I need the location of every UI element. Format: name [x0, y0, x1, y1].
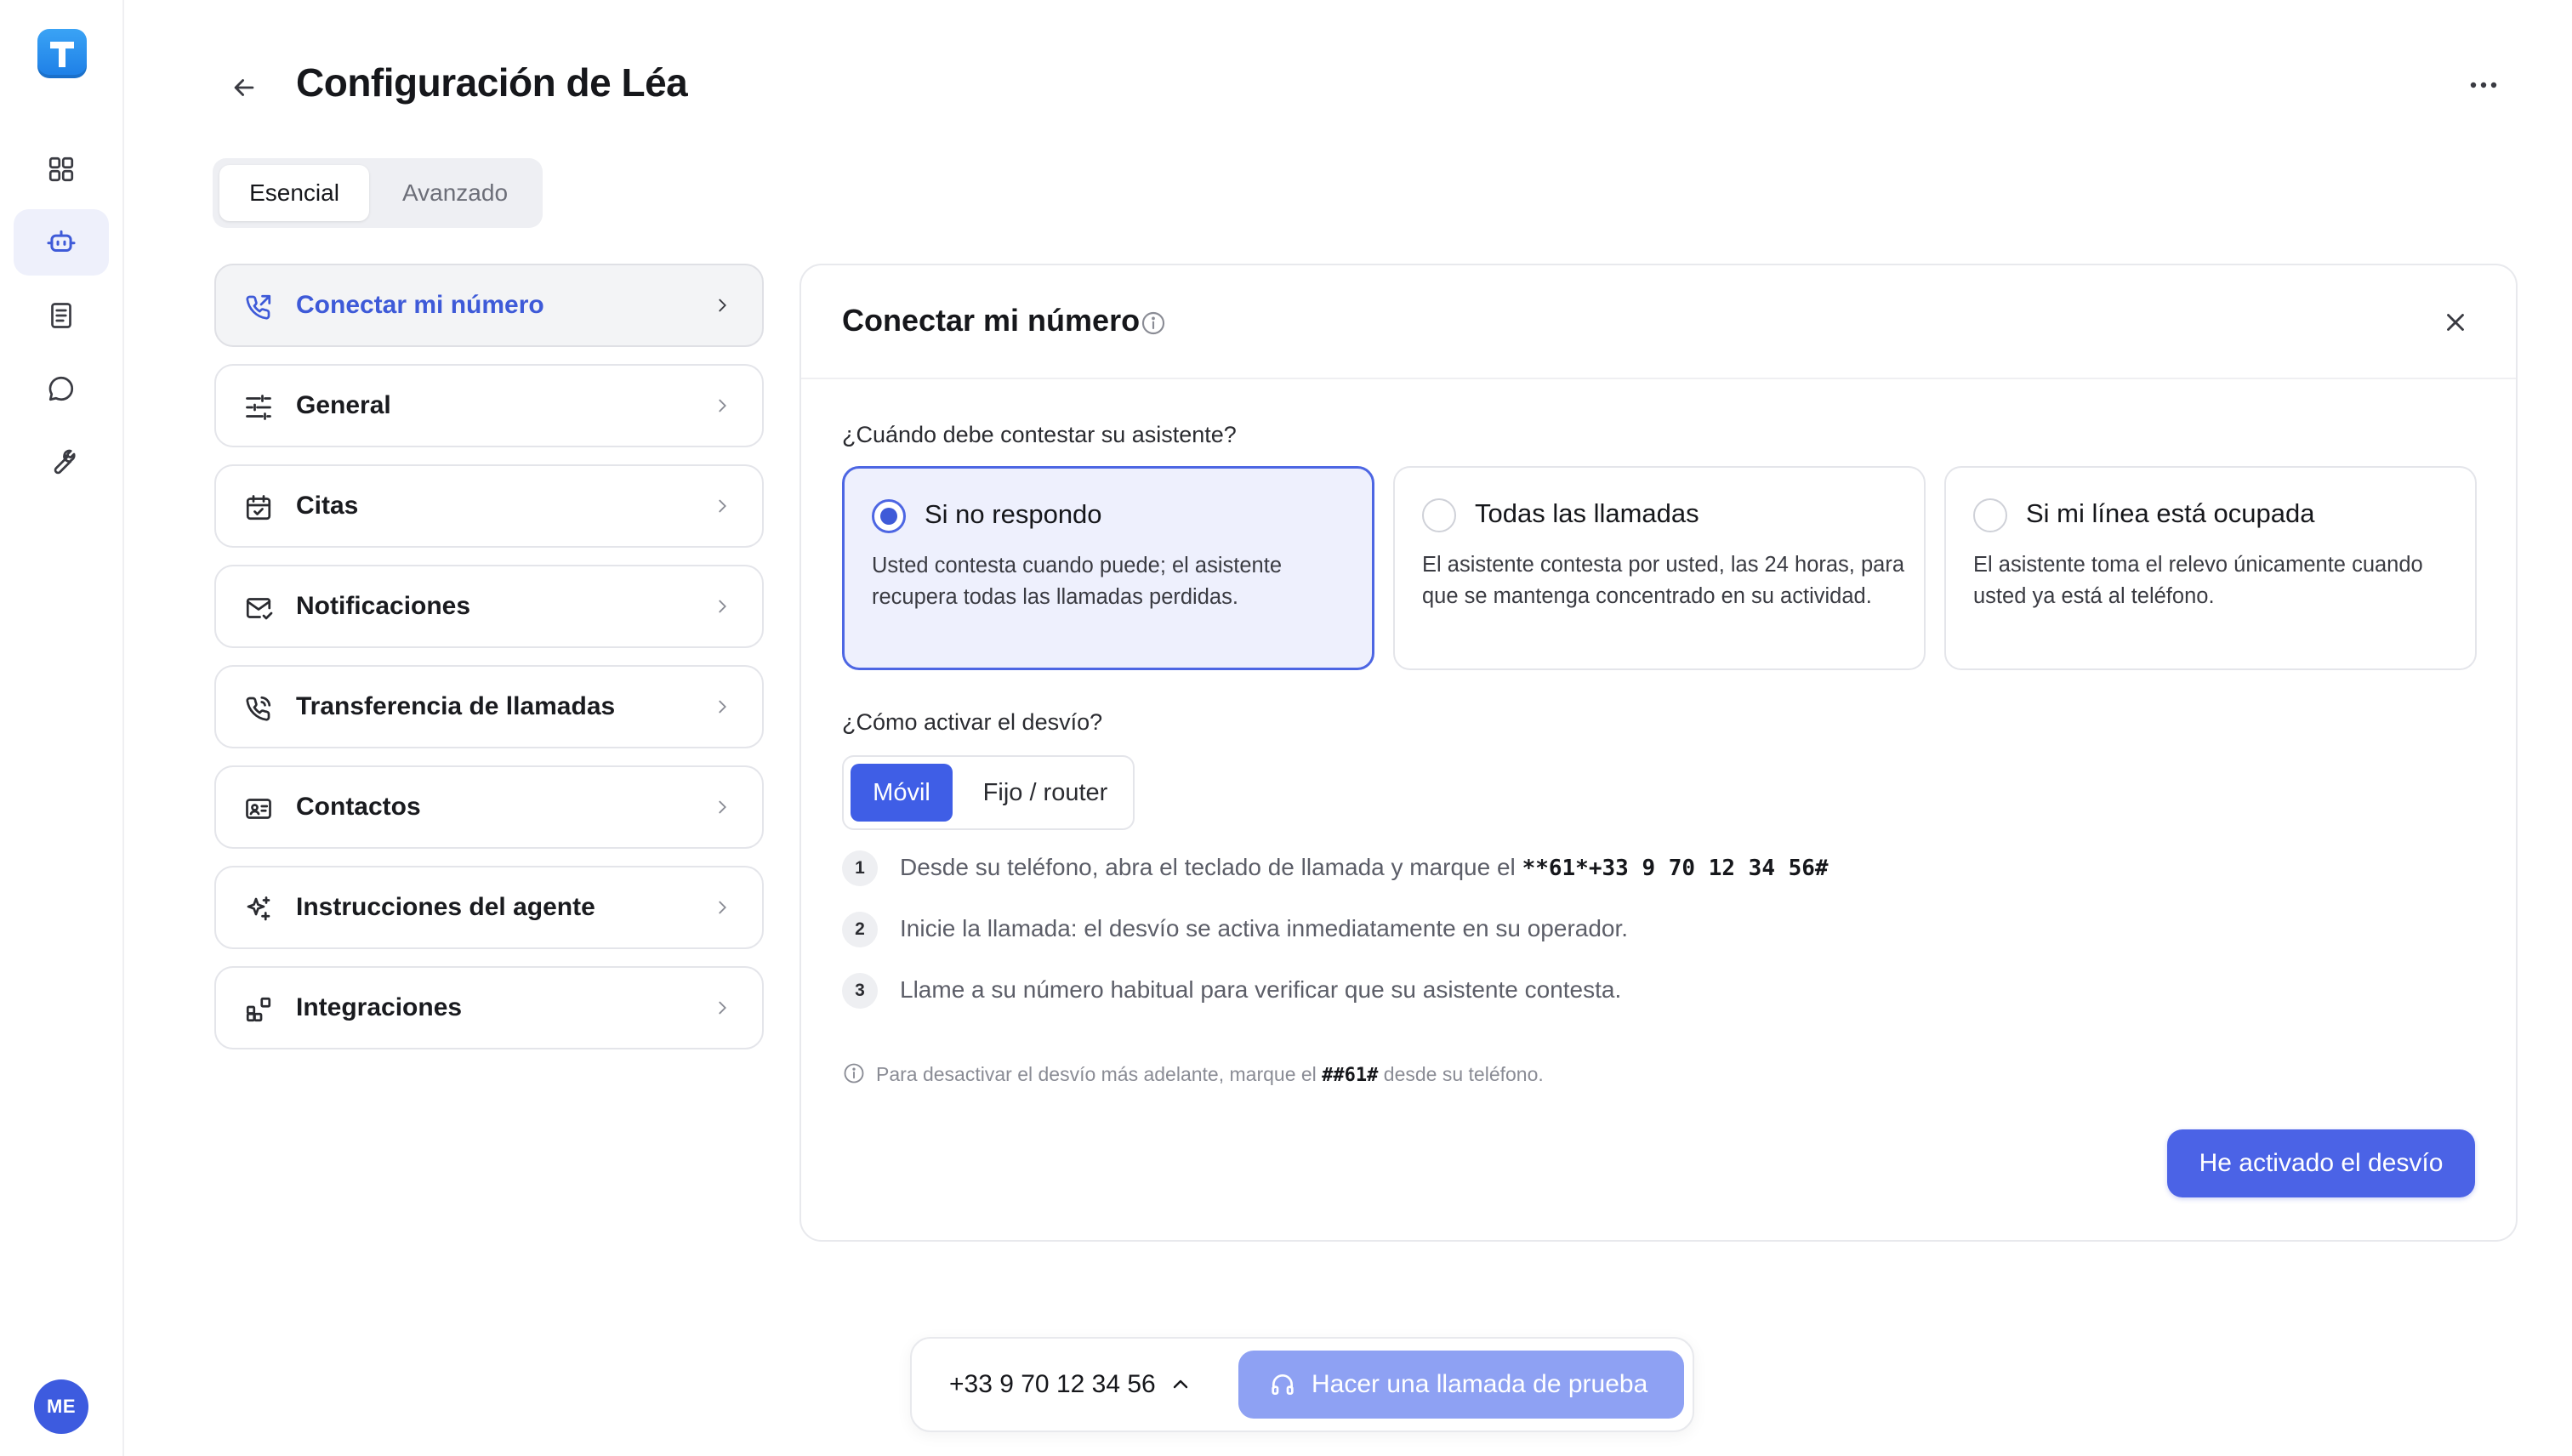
test-call-label: Hacer una llamada de prueba — [1312, 1370, 1648, 1398]
tab-avanzado[interactable]: Avanzado — [374, 165, 536, 221]
note-after: desde su teléfono. — [1378, 1063, 1544, 1085]
page-title: Configuración de Léa — [296, 60, 688, 105]
panel-header: Conectar mi número — [801, 265, 2516, 379]
logo-glyph — [50, 42, 74, 67]
chevron-right-icon — [719, 499, 726, 513]
menu-item-agent-instructions[interactable]: Instrucciones del agente — [214, 866, 764, 949]
back-button[interactable] — [223, 66, 265, 109]
radio-selected[interactable] — [872, 499, 906, 533]
menu-item-call-transfer[interactable]: Transferencia de llamadas — [214, 665, 764, 748]
option-description: El asistente toma el relevo únicamente c… — [1973, 553, 2423, 608]
calendar-icon — [246, 495, 271, 520]
app-logo[interactable] — [37, 29, 87, 78]
step-text: Inicie la llamada: el desvío se activa i… — [900, 915, 1629, 941]
chevron-up-icon[interactable] — [1170, 1374, 1191, 1395]
answer-mode-question: ¿Cuándo debe contestar su asistente? — [842, 422, 1237, 447]
option-description: Usted contesta cuando puede; el asistent… — [872, 554, 1282, 609]
radio-unselected[interactable] — [1973, 498, 2007, 532]
menu-item-label: Conectar mi número — [296, 291, 544, 319]
step-number: 2 — [842, 912, 878, 947]
sliders-icon — [246, 395, 271, 420]
chat-icon — [48, 376, 74, 401]
info-icon[interactable] — [1140, 310, 1167, 337]
phone-number-selector[interactable]: +33 9 70 12 34 56 — [949, 1339, 1156, 1430]
info-icon — [844, 1063, 864, 1083]
device-type-toggle: Móvil Fijo / router — [842, 755, 1135, 830]
menu-item-label: Integraciones — [296, 993, 463, 1021]
menu-item-integrations[interactable]: Integraciones — [214, 966, 764, 1049]
radio-unselected[interactable] — [1422, 498, 1456, 532]
step-text: Desde su teléfono, abra el teclado de ll… — [900, 854, 1829, 881]
chevron-right-icon — [719, 800, 726, 814]
chevron-right-icon — [719, 901, 726, 914]
grid-icon — [48, 156, 74, 182]
menu-item-general[interactable]: General — [214, 364, 764, 447]
rail-dashboard-button[interactable] — [14, 136, 109, 202]
step-text: Llame a su número habitual para verifica… — [900, 976, 1622, 1003]
menu-item-connect-number[interactable]: Conectar mi número — [214, 264, 764, 347]
menu-item-label: Instrucciones del agente — [296, 893, 595, 921]
left-rail: ME — [0, 0, 124, 1456]
forwarding-question: ¿Cómo activar el desvío? — [842, 709, 1103, 735]
segment-mobile[interactable]: Móvil — [851, 764, 953, 822]
test-call-bar: +33 9 70 12 34 56 Hacer una llamada de p… — [910, 1337, 1694, 1432]
step-number: 1 — [842, 850, 878, 886]
deactivate-code: ##61# — [1322, 1065, 1379, 1086]
option-all-calls[interactable]: Todas las llamadas El asistente contesta… — [1393, 466, 1926, 670]
panel-title: Conectar mi número — [842, 303, 1141, 338]
arrow-left-icon — [234, 79, 254, 96]
note-before: Para desactivar el desvío más adelante, … — [876, 1063, 1323, 1085]
rail-conversations-button[interactable] — [14, 355, 109, 422]
menu-item-label: Transferencia de llamadas — [296, 692, 616, 720]
book-icon — [51, 303, 71, 328]
menu-item-appointments[interactable]: Citas — [214, 464, 764, 548]
chevron-right-icon — [719, 600, 726, 613]
menu-item-notifications[interactable]: Notificaciones — [214, 565, 764, 648]
mail-icon — [246, 598, 273, 620]
headset-icon — [1272, 1374, 1294, 1395]
close-icon[interactable] — [2441, 308, 2470, 337]
segment-landline[interactable]: Fijo / router — [964, 764, 1126, 822]
chevron-right-icon — [719, 399, 726, 412]
note-text: Para desactivar el desvío más adelante, … — [876, 1063, 1544, 1086]
chevron-right-icon — [719, 700, 726, 714]
option-title: Todas las llamadas — [1475, 498, 1699, 528]
option-description: El asistente contesta por usted, las 24 … — [1422, 553, 1905, 608]
menu-item-contacts[interactable]: Contactos — [214, 765, 764, 849]
tab-esencial[interactable]: Esencial — [219, 165, 369, 221]
chevron-right-icon — [719, 1001, 726, 1015]
blocks-icon — [246, 997, 271, 1022]
rail-tools-button[interactable] — [14, 429, 109, 495]
menu-item-label: General — [296, 391, 391, 419]
menu-item-label: Contactos — [296, 793, 421, 821]
contact-card-icon — [246, 799, 271, 819]
menu-item-label: Citas — [296, 492, 359, 520]
phone-forward-icon — [246, 294, 271, 320]
chevron-right-icon — [719, 299, 726, 312]
settings-tabs: Esencial Avanzado — [213, 158, 543, 228]
bot-icon — [47, 230, 76, 253]
forward-code: **61*+33 9 70 12 34 56# — [1522, 856, 1829, 881]
rail-assistant-button[interactable] — [14, 209, 109, 276]
option-title: Si mi línea está ocupada — [2026, 498, 2315, 528]
rail-knowledge-button[interactable] — [14, 282, 109, 349]
more-options-button[interactable] — [2458, 68, 2509, 102]
option-line-busy[interactable]: Si mi línea está ocupada El asistente to… — [1944, 466, 2477, 670]
test-call-button[interactable]: Hacer una llamada de prueba — [1238, 1351, 1684, 1419]
option-if-no-answer[interactable]: Si no respondo Usted contesta cuando pue… — [842, 466, 1374, 670]
menu-item-label: Notificaciones — [296, 592, 471, 620]
option-title: Si no respondo — [925, 499, 1102, 529]
wrench-icon — [54, 449, 76, 475]
connect-number-panel: Conectar mi número ¿Cuándo debe contesta… — [799, 264, 2518, 1242]
user-avatar[interactable]: ME — [34, 1379, 88, 1434]
sparkles-icon — [247, 896, 270, 921]
more-horizontal-icon — [2470, 82, 2497, 88]
phone-call-icon — [246, 696, 271, 721]
step-number: 3 — [842, 973, 878, 1009]
confirm-forwarding-button[interactable]: He activado el desvío — [2167, 1129, 2475, 1197]
step-text-main: Desde su teléfono, abra el teclado de ll… — [900, 854, 1522, 880]
